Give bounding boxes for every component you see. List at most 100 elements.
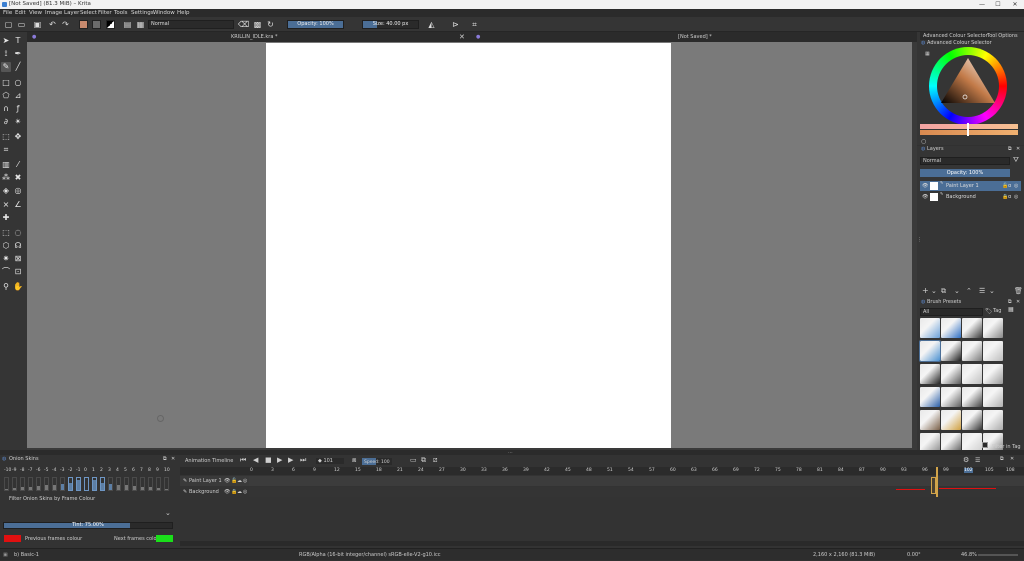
timeline-audio-icon[interactable]: ⚙	[963, 456, 969, 464]
colour-history-bar-1[interactable]	[920, 124, 1018, 129]
onion-skin-toggle[interactable]	[108, 477, 113, 491]
speed-slider[interactable]: Speed: 100 %	[362, 458, 392, 473]
brush-preset-item[interactable]	[983, 364, 1003, 384]
current-frame-input[interactable]: ◆ 101	[316, 458, 344, 464]
preserve-alpha-icon[interactable]: ▩	[253, 20, 262, 29]
play-icon[interactable]: ▶	[277, 456, 282, 464]
timeline-layer-paint-layer-1[interactable]: ✎ Paint Layer 1 👁 🔓 ☁ ◎	[180, 476, 249, 486]
menu-layer[interactable]: Layer	[64, 9, 79, 17]
menu-tools[interactable]: Tools	[114, 9, 128, 17]
mirror-horizontal-icon[interactable]: ◭	[427, 20, 436, 29]
brush-presets-icon[interactable]: ▦	[136, 20, 145, 29]
menu-image[interactable]: Image	[45, 9, 62, 17]
brush-editor-icon[interactable]: ▤	[123, 20, 132, 29]
timeline-layer-name[interactable]: Background	[189, 487, 219, 497]
brush-preset-item[interactable]	[962, 387, 982, 407]
tab-not-saved[interactable]: [Not Saved] *	[678, 32, 712, 42]
mirror-vertical-icon[interactable]: ⊳	[451, 20, 460, 29]
frame-settings-icon[interactable]: ⧈	[352, 456, 356, 465]
move-layer-down-icon[interactable]: ⌄	[954, 287, 960, 295]
delete-layer-icon[interactable]: 🗑	[1014, 287, 1023, 295]
onion-skin-toggle[interactable]	[100, 477, 105, 491]
brush-float-icon[interactable]: ⧉	[1008, 299, 1012, 306]
layer-inherit-alpha-icon[interactable]: ◎	[1014, 181, 1018, 191]
brush-preset-item[interactable]	[941, 387, 961, 407]
edit-shapes-tool-icon[interactable]: ⟟	[1, 49, 11, 59]
assistant-tool-icon[interactable]: ⨯	[1, 200, 11, 210]
ellipse-tool-icon[interactable]: ○	[13, 78, 23, 88]
brush-preset-item[interactable]	[920, 387, 940, 407]
freehand-select-tool-icon[interactable]: ☊	[13, 241, 23, 251]
onion-skin-toggle[interactable]	[132, 477, 137, 491]
menu-filter[interactable]: Filter	[98, 9, 112, 17]
measure-tool-icon[interactable]: ∠	[13, 200, 23, 210]
onion-skin-toggle[interactable]	[116, 477, 121, 491]
timeline-float-icon[interactable]: ⧉	[1000, 456, 1004, 462]
onion-close-icon[interactable]: ✕	[171, 456, 175, 462]
tab-advanced-colour-selector[interactable]: Advanced Colour Selector	[920, 32, 991, 40]
size-slider[interactable]: Size: 40.00 px	[362, 20, 419, 29]
gradient-tool-icon[interactable]: ▥	[1, 160, 11, 170]
multibrush-tool-icon[interactable]: ✴	[13, 117, 23, 127]
colour-history-bar-2[interactable]	[920, 130, 1018, 135]
tab-krillin-idle[interactable]: KRILLIN_IDLE.kra *	[231, 32, 277, 42]
layer-alpha-icon[interactable]: α	[1008, 181, 1011, 191]
onion-skin-toggle[interactable]	[52, 477, 57, 491]
brush-preset-item[interactable]	[941, 318, 961, 338]
zoom-slider[interactable]	[978, 554, 1018, 556]
colour-bar-marker[interactable]	[967, 123, 969, 136]
colour-settings-icon[interactable]: ▦	[925, 51, 930, 58]
dynamic-brush-tool-icon[interactable]: ∂	[1, 117, 11, 127]
menu-window[interactable]: Window	[153, 9, 175, 17]
brush-view-icon[interactable]: ▦	[1008, 306, 1014, 313]
layer-visibility-icon[interactable]: 👁	[922, 181, 928, 191]
add-layer-dropdown-icon[interactable]: ⌄	[931, 287, 937, 295]
layer-name[interactable]: Paint Layer 1	[946, 181, 979, 191]
onion-skin-toggle[interactable]	[156, 477, 161, 491]
menu-view[interactable]: View	[29, 9, 42, 17]
first-frame-icon[interactable]: ⏮	[240, 456, 246, 465]
duplicate-layer-icon[interactable]: ⧉	[941, 287, 946, 296]
brush-preset-item[interactable]	[941, 410, 961, 430]
bezier-tool-icon[interactable]: ∩	[1, 104, 11, 114]
onion-skin-toggle[interactable]	[12, 477, 17, 491]
contiguous-select-tool-icon[interactable]: ✷	[1, 254, 11, 264]
timeline-layer-visible-icon[interactable]: 👁	[224, 487, 230, 497]
zoom-tool-icon[interactable]: ⚲	[1, 282, 11, 292]
ellipse-select-tool-icon[interactable]: ◌	[13, 228, 23, 238]
onion-skin-toggle[interactable]	[124, 477, 129, 491]
onion-skin-toggle[interactable]	[20, 477, 25, 491]
previous-frames-colour-swatch[interactable]	[4, 535, 21, 542]
bezier-select-tool-icon[interactable]: ⌒	[1, 267, 11, 277]
brush-close-icon[interactable]: ✕	[1016, 299, 1020, 306]
layer-properties-icon[interactable]: ☰	[979, 287, 985, 295]
calligraphy-tool-icon[interactable]: ✒	[13, 49, 23, 59]
next-frames-colour-swatch[interactable]	[156, 535, 173, 542]
line-tool-icon[interactable]: ╱	[13, 62, 23, 72]
onion-toggle-icon[interactable]: ⧉	[421, 456, 426, 465]
brush-preset-item[interactable]	[920, 364, 940, 384]
undo-icon[interactable]: ↶	[48, 20, 57, 29]
timeline-layer-background[interactable]: ✎ Background 👁 🔒 ☁ ◎	[180, 487, 249, 497]
filter-in-tag-box[interactable]	[982, 442, 988, 448]
layer-visibility-icon[interactable]: 👁	[922, 192, 928, 202]
brush-preset-item[interactable]	[920, 410, 940, 430]
brush-preset-item[interactable]	[962, 318, 982, 338]
brush-preset-item[interactable]	[962, 364, 982, 384]
menu-settings[interactable]: Settings	[131, 9, 154, 17]
freehand-brush-tool-icon[interactable]: ✎	[1, 62, 11, 72]
polygon-tool-icon[interactable]: ⬠	[1, 91, 11, 101]
layers-splitter-handle[interactable]: ⋮	[917, 237, 922, 247]
brush-tag-filter-select[interactable]: All	[920, 308, 983, 316]
brush-preset-item[interactable]	[983, 410, 1003, 430]
layer-blend-select[interactable]: Normal	[920, 157, 1010, 165]
brush-preset-item[interactable]	[962, 341, 982, 361]
brush-preset-item[interactable]	[919, 340, 941, 362]
opacity-slider[interactable]: Opacity: 100%	[287, 20, 344, 29]
menu-file[interactable]: File	[3, 9, 12, 17]
onion-skin-toggle[interactable]	[92, 477, 97, 491]
onion-skin-toggle[interactable]	[76, 477, 81, 491]
layers-float-icon[interactable]: ⧉	[1008, 146, 1012, 153]
status-colorspace[interactable]: RGB/Alpha (16-bit integer/channel) sRGB-…	[299, 549, 440, 561]
polygon-select-tool-icon[interactable]: ⬡	[1, 241, 11, 251]
